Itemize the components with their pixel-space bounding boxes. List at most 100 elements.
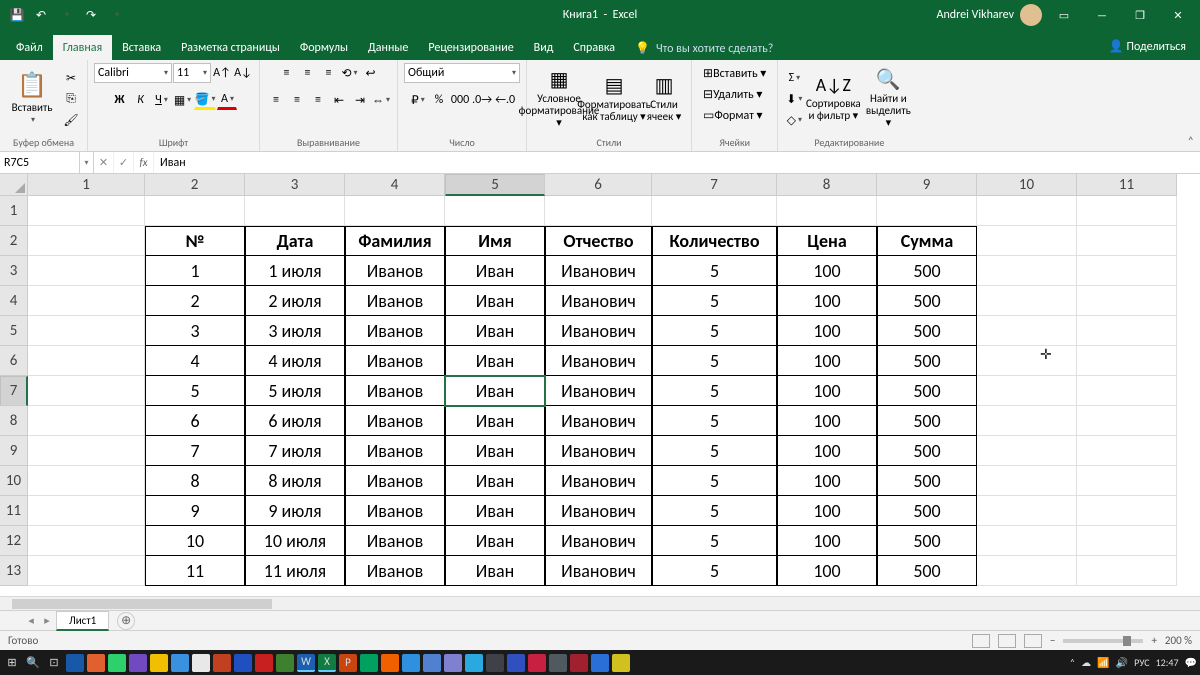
header-cell[interactable]: № bbox=[145, 226, 245, 256]
data-cell[interactable]: Иван bbox=[445, 466, 545, 496]
column-header[interactable]: 7 bbox=[652, 174, 777, 196]
font-size-select[interactable]: 11▾ bbox=[173, 63, 211, 83]
data-cell[interactable]: 4 bbox=[145, 346, 245, 376]
column-header[interactable]: 9 bbox=[877, 174, 977, 196]
decrease-decimal-button[interactable]: ←.0 bbox=[494, 90, 516, 110]
data-cell[interactable]: 11 июля bbox=[245, 556, 345, 586]
data-cell[interactable]: 100 bbox=[777, 496, 877, 526]
tell-me-search[interactable]: 💡 Что вы хотите сделать? bbox=[625, 41, 783, 56]
taskbar-app-5[interactable] bbox=[150, 654, 168, 672]
empty-cell[interactable] bbox=[977, 226, 1077, 256]
taskbar-app-2[interactable] bbox=[87, 654, 105, 672]
data-cell[interactable]: Иванович bbox=[545, 316, 652, 346]
empty-cell[interactable] bbox=[28, 346, 145, 376]
empty-cell[interactable] bbox=[28, 316, 145, 346]
data-cell[interactable]: 100 bbox=[777, 376, 877, 406]
column-header[interactable]: 6 bbox=[545, 174, 652, 196]
data-cell[interactable]: Иванов bbox=[345, 256, 445, 286]
decrease-indent-button[interactable]: ⇤ bbox=[329, 90, 349, 110]
paste-button[interactable]: 📋 Вставить▾ bbox=[6, 65, 58, 133]
insert-function-button[interactable]: fx bbox=[134, 152, 154, 173]
bold-button[interactable]: Ж bbox=[110, 90, 130, 110]
data-cell[interactable]: 5 bbox=[652, 376, 777, 406]
save-button[interactable]: 💾 bbox=[6, 4, 28, 26]
taskbar-app-24[interactable] bbox=[612, 654, 630, 672]
data-cell[interactable]: 10 июля bbox=[245, 526, 345, 556]
empty-cell[interactable] bbox=[977, 556, 1077, 586]
taskbar-app-3[interactable] bbox=[108, 654, 126, 672]
undo-dropdown[interactable]: ▾ bbox=[56, 4, 78, 26]
tab-insert[interactable]: Вставка bbox=[112, 35, 171, 60]
tray-chevron-icon[interactable]: ˄ bbox=[1070, 656, 1075, 669]
empty-cell[interactable] bbox=[977, 526, 1077, 556]
qat-customize[interactable]: ▾ bbox=[106, 4, 128, 26]
data-cell[interactable]: Иванов bbox=[345, 376, 445, 406]
row-header[interactable]: 6 bbox=[0, 346, 28, 376]
data-cell[interactable]: Иванович bbox=[545, 256, 652, 286]
empty-cell[interactable] bbox=[1077, 196, 1177, 226]
spreadsheet-grid[interactable]: 1234567891011 12345678910111213 №ДатаФам… bbox=[0, 174, 1200, 610]
data-cell[interactable]: 500 bbox=[877, 556, 977, 586]
data-cell[interactable]: 6 июля bbox=[245, 406, 345, 436]
data-cell[interactable]: 5 bbox=[145, 376, 245, 406]
empty-cell[interactable] bbox=[445, 196, 545, 226]
name-box[interactable] bbox=[0, 152, 80, 173]
zoom-out-button[interactable]: − bbox=[1050, 634, 1055, 647]
row-header[interactable]: 5 bbox=[0, 316, 28, 346]
format-cells-button[interactable]: ▭ Формат ▾ bbox=[698, 105, 768, 125]
cell-styles-button[interactable]: ▥Стили ячеек ▾ bbox=[643, 65, 685, 133]
italic-button[interactable]: К bbox=[131, 90, 151, 110]
redo-button[interactable]: ↷ bbox=[80, 4, 102, 26]
comma-button[interactable]: 000 bbox=[450, 90, 470, 110]
data-cell[interactable]: Иван bbox=[445, 406, 545, 436]
data-cell[interactable]: 5 bbox=[652, 346, 777, 376]
data-cell[interactable]: Иванов bbox=[345, 406, 445, 436]
increase-decimal-button[interactable]: .0→ bbox=[471, 90, 493, 110]
data-cell[interactable]: Иван bbox=[445, 286, 545, 316]
taskbar-app-13[interactable] bbox=[381, 654, 399, 672]
data-cell[interactable]: 7 июля bbox=[245, 436, 345, 466]
tray-volume-icon[interactable]: 🔊 bbox=[1116, 656, 1128, 669]
taskbar-app-18[interactable] bbox=[486, 654, 504, 672]
taskbar-word-icon[interactable]: W bbox=[297, 654, 315, 672]
empty-cell[interactable] bbox=[977, 376, 1077, 406]
data-cell[interactable]: 100 bbox=[777, 526, 877, 556]
tray-clock[interactable]: 12:47 bbox=[1156, 656, 1179, 669]
fill-color-button[interactable]: 🪣▾ bbox=[194, 90, 217, 110]
data-cell[interactable]: 5 bbox=[652, 526, 777, 556]
maximize-button[interactable]: ❐ bbox=[1124, 4, 1156, 26]
data-cell[interactable]: Иванович bbox=[545, 376, 652, 406]
data-cell[interactable]: 100 bbox=[777, 406, 877, 436]
orientation-button[interactable]: ⟲▾ bbox=[340, 63, 360, 83]
data-cell[interactable]: 8 июля bbox=[245, 466, 345, 496]
data-cell[interactable]: Иванович bbox=[545, 526, 652, 556]
tab-view[interactable]: Вид bbox=[524, 35, 564, 60]
empty-cell[interactable] bbox=[1077, 316, 1177, 346]
page-layout-view-button[interactable] bbox=[998, 634, 1016, 648]
data-cell[interactable]: 5 bbox=[652, 466, 777, 496]
data-cell[interactable]: 100 bbox=[777, 346, 877, 376]
empty-cell[interactable] bbox=[977, 286, 1077, 316]
cut-button[interactable]: ✂ bbox=[61, 68, 81, 88]
empty-cell[interactable] bbox=[1077, 436, 1177, 466]
minimize-button[interactable]: — bbox=[1086, 4, 1118, 26]
align-top-button[interactable]: ≡ bbox=[277, 63, 297, 83]
start-button[interactable]: ⊞ bbox=[3, 654, 21, 672]
taskbar-app-15[interactable] bbox=[423, 654, 441, 672]
taskbar-app-21[interactable] bbox=[549, 654, 567, 672]
data-cell[interactable]: 5 bbox=[652, 286, 777, 316]
undo-button[interactable]: ↶ bbox=[30, 4, 52, 26]
zoom-in-button[interactable]: + bbox=[1151, 634, 1156, 647]
currency-button[interactable]: ₽▾ bbox=[408, 90, 428, 110]
taskbar-excel-icon[interactable]: X bbox=[318, 654, 336, 672]
data-cell[interactable]: Иванович bbox=[545, 346, 652, 376]
data-cell[interactable]: Иванов bbox=[345, 346, 445, 376]
row-header[interactable]: 13 bbox=[0, 556, 28, 586]
data-cell[interactable]: Иванович bbox=[545, 496, 652, 526]
empty-cell[interactable] bbox=[1077, 346, 1177, 376]
column-header[interactable]: 11 bbox=[1077, 174, 1177, 196]
empty-cell[interactable] bbox=[1077, 526, 1177, 556]
task-view-icon[interactable]: ⊡ bbox=[45, 654, 63, 672]
taskbar-app-7[interactable] bbox=[192, 654, 210, 672]
data-cell[interactable]: 2 bbox=[145, 286, 245, 316]
